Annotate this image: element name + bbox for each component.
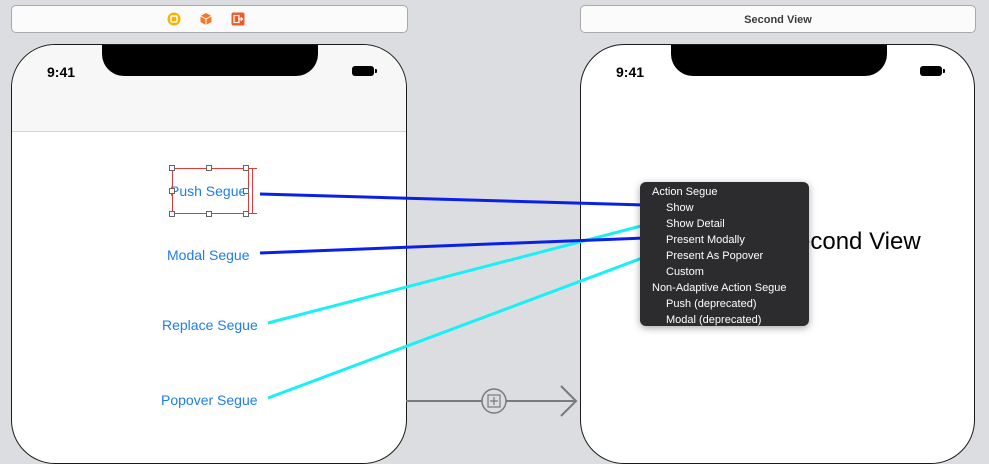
menu-item-modal-deprecated[interactable]: Modal (deprecated) bbox=[640, 312, 809, 328]
segue-icon bbox=[481, 388, 507, 414]
menu-item-show-detail[interactable]: Show Detail bbox=[640, 216, 809, 232]
modal-segue-button[interactable]: Modal Segue bbox=[167, 247, 250, 263]
resize-handle[interactable] bbox=[169, 211, 175, 217]
view-controller-icon[interactable] bbox=[167, 12, 181, 26]
height-guide bbox=[252, 168, 253, 214]
scene-dock-icons bbox=[167, 12, 245, 26]
first-responder-icon[interactable] bbox=[199, 12, 213, 26]
menu-item-show[interactable]: Show bbox=[640, 200, 809, 216]
menu-item-present-modally[interactable]: Present Modally bbox=[640, 232, 809, 248]
scene-title: Second View bbox=[744, 14, 812, 26]
scene-dock-first[interactable] bbox=[11, 5, 408, 33]
status-bar-time: 9:41 bbox=[47, 64, 76, 80]
menu-section-non-adaptive: Non-Adaptive Action Segue bbox=[652, 282, 787, 294]
replace-segue-button[interactable]: Replace Segue bbox=[162, 317, 258, 333]
battery-icon bbox=[920, 66, 945, 76]
menu-item-push-deprecated[interactable]: Push (deprecated) bbox=[640, 296, 809, 312]
device-notch bbox=[671, 45, 887, 76]
selection-frame bbox=[172, 168, 249, 214]
height-guide-cap bbox=[248, 168, 257, 169]
resize-handle[interactable] bbox=[169, 188, 175, 194]
popover-segue-button[interactable]: Popover Segue bbox=[161, 392, 258, 408]
segue-icon-inner bbox=[487, 394, 501, 408]
segue-type-menu: Action Segue Show Show Detail Present Mo… bbox=[640, 182, 809, 326]
status-bar-time: 9:41 bbox=[616, 64, 645, 80]
resize-handle[interactable] bbox=[243, 188, 249, 194]
menu-item-custom[interactable]: Custom bbox=[640, 264, 809, 280]
menu-section-action-segue: Action Segue bbox=[652, 186, 718, 198]
menu-item-present-as-popover[interactable]: Present As Popover bbox=[640, 248, 809, 264]
scene-dock-second[interactable]: Second View bbox=[580, 5, 976, 33]
battery-icon bbox=[352, 66, 377, 76]
resize-handle[interactable] bbox=[169, 165, 175, 171]
scene-relationship-segue[interactable] bbox=[406, 385, 578, 417]
resize-handle[interactable] bbox=[206, 211, 212, 217]
device-notch bbox=[102, 45, 318, 76]
segue-arrowhead bbox=[560, 385, 578, 417]
exit-icon[interactable] bbox=[231, 12, 245, 26]
resize-handle[interactable] bbox=[243, 211, 249, 217]
first-view-controller-canvas[interactable]: 9:41 Push Segue Modal Segue Replace Segu… bbox=[11, 44, 407, 464]
height-guide-cap bbox=[248, 213, 257, 214]
resize-handle[interactable] bbox=[206, 165, 212, 171]
segue-icon-cross bbox=[490, 397, 498, 405]
